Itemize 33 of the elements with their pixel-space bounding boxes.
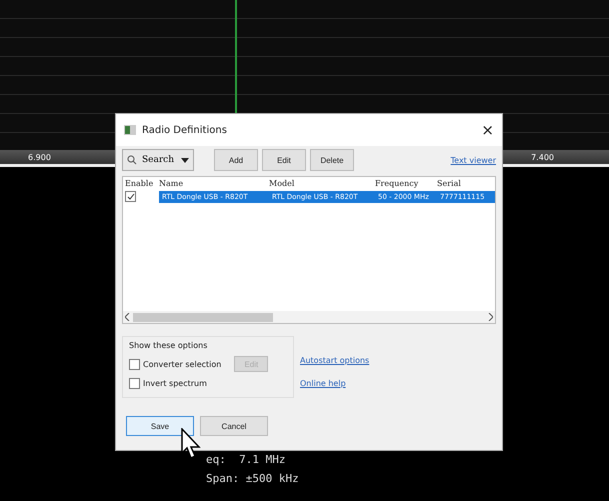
mouse-cursor-icon [181, 428, 203, 460]
axis-label: 7.400 [531, 152, 554, 162]
column-header: Model [269, 179, 296, 188]
dialog-button[interactable]: Save [126, 416, 194, 436]
readout-text: Span: ±500 kHz [206, 472, 300, 485]
option-checkbox[interactable] [129, 358, 140, 370]
window-icon [124, 125, 136, 135]
search-icon [127, 155, 137, 165]
readout-text: eq: 7.1 MHz [206, 453, 286, 466]
group-title: Show these options [129, 341, 208, 350]
column-header: Frequency [375, 179, 420, 188]
column-header: Enable [125, 179, 154, 188]
toolbar-button[interactable]: Delete [310, 149, 354, 171]
toolbar-button[interactable]: Add [214, 149, 258, 171]
option-label: Invert spectrum [143, 379, 207, 388]
help-link[interactable]: Autostart options [300, 356, 370, 365]
scroll-left-icon[interactable] [125, 313, 130, 321]
dialog-button[interactable]: Cancel [200, 416, 268, 436]
toolbar-button[interactable]: Edit [262, 149, 306, 171]
option-checkbox[interactable] [129, 378, 140, 389]
scroll-right-icon[interactable] [488, 313, 493, 321]
enable-checkbox[interactable] [125, 191, 136, 202]
window-title: Radio Definitions [142, 124, 228, 136]
caret-icon [181, 158, 189, 162]
horizontal-scrollbar[interactable] [123, 311, 495, 323]
column-header: Name [159, 179, 184, 188]
axis-label: 6.900 [28, 152, 51, 162]
search-dropdown[interactable]: Search [122, 149, 194, 171]
help-link[interactable]: Online help [300, 379, 370, 388]
option-label: Converter selection [143, 360, 222, 368]
close-button[interactable]: × [481, 121, 494, 139]
column-header: Serial [437, 179, 462, 188]
text-viewer-link[interactable]: Text viewer [450, 156, 496, 164]
